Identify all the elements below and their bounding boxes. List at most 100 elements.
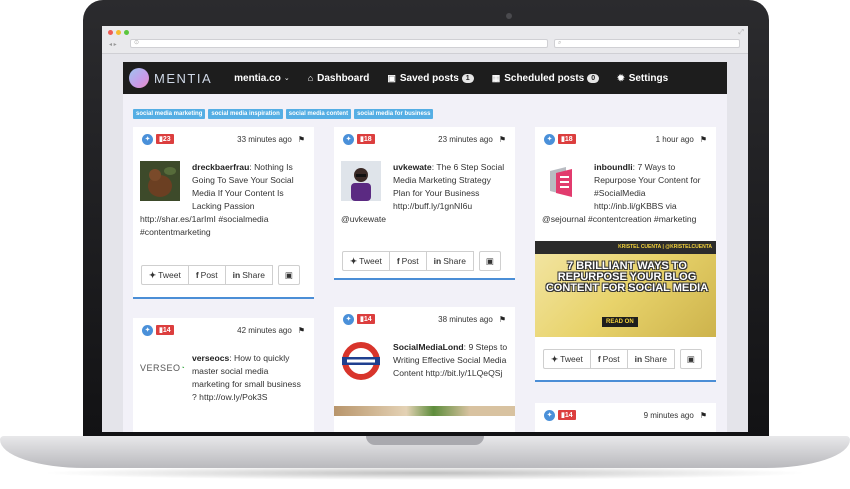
post-button[interactable]: f Post xyxy=(589,349,628,369)
flag-icon[interactable]: ⚑ xyxy=(499,315,506,324)
tag[interactable]: social media inspiration xyxy=(208,109,283,119)
post-header: ✦ ▮18 1 hour ago ⚑ xyxy=(544,133,707,145)
post-rest: @uvkewate xyxy=(341,214,387,224)
flag-icon[interactable]: ⚑ xyxy=(700,135,707,144)
nav-settings[interactable]: ✹ Settings xyxy=(617,73,668,84)
tweet-button[interactable]: ✦ Tweet xyxy=(543,349,591,369)
score-badge: ▮18 xyxy=(558,134,576,144)
save-icon: ▣ xyxy=(284,269,293,280)
camera xyxy=(506,13,512,19)
nav-scheduled-label: Scheduled posts xyxy=(504,72,585,84)
laptop-mockup: ◂ ▸ ⊙ ⌕ ⤢ MENTIA mentia.co ⌄ ⌂ Dashboard ▣… xyxy=(0,0,850,489)
calendar-icon: ▦ xyxy=(491,72,501,83)
post-text: uvkewate: The 6 Step Social Media Market… xyxy=(341,161,509,226)
post-text: inboundli: 7 Ways to Repurpose Your Cont… xyxy=(542,161,710,226)
flag-icon[interactable]: ⚑ xyxy=(298,326,305,335)
address-bar[interactable]: ⊙ xyxy=(130,39,548,48)
post-card: ✦ ▮18 1 hour ago ⚑ inboundli: 7 Ways to … xyxy=(535,127,716,382)
post-rest: @sejournal #contentcreation #marketing xyxy=(542,214,697,224)
post-text: verseocs: How to quickly master social m… xyxy=(140,352,308,404)
tag[interactable]: social media for business xyxy=(354,109,434,119)
share-button[interactable]: in Share xyxy=(224,265,273,285)
post-author[interactable]: SocialMediaLond xyxy=(393,342,464,352)
chevron-down-icon: ⌄ xyxy=(283,75,290,82)
post-button[interactable]: f Post xyxy=(187,265,226,285)
save-button[interactable]: ▣ xyxy=(679,349,702,369)
post-card: ✦ ▮14 38 minutes ago ⚑ SocialMediaLond: … xyxy=(334,307,515,432)
score-badge: ▮18 xyxy=(357,134,375,144)
post-author[interactable]: dreckbaerfrau xyxy=(192,162,249,172)
laptop-shadow xyxy=(40,466,810,480)
post-author[interactable]: uvkewate xyxy=(393,162,432,172)
facebook-icon: f xyxy=(195,270,199,280)
post-header: ✦ ▮14 38 minutes ago ⚑ xyxy=(343,313,506,325)
post-time: 9 minutes ago xyxy=(643,410,694,420)
post-button[interactable]: f Post xyxy=(388,251,427,271)
post-image[interactable]: KRISTEL CUENTA | @KRISTELCUENTA 7 BRILLI… xyxy=(535,241,716,337)
logo-icon[interactable] xyxy=(129,68,149,88)
score-badge: ▮14 xyxy=(357,314,375,324)
post-rest: http://shar.es/1arImI #socialmedia #cont… xyxy=(140,214,269,237)
laptop-notch xyxy=(366,436,484,445)
home-icon: ⌂ xyxy=(307,73,314,83)
save-button[interactable]: ▣ xyxy=(478,251,501,271)
post-card: ✦ ▮18 23 minutes ago ⚑ uvkewate: The 6 S… xyxy=(334,127,515,280)
post-time: 23 minutes ago xyxy=(438,134,493,144)
post-header: ✦ ▮23 33 minutes ago ⚑ xyxy=(142,133,305,145)
tag[interactable]: social media marketing xyxy=(133,109,206,119)
fullscreen-icon[interactable]: ⤢ xyxy=(738,29,744,37)
post-actions: ✦ Tweet f Post in Share ▣ xyxy=(543,349,702,369)
flag-icon[interactable]: ⚑ xyxy=(700,411,707,420)
twitter-icon: ✦ xyxy=(544,409,555,421)
post-actions: ✦ Tweet f Post in Share ▣ xyxy=(141,265,300,285)
tweet-button[interactable]: ✦ Tweet xyxy=(141,265,189,285)
facebook-icon: f xyxy=(597,354,601,364)
minimize-dot[interactable] xyxy=(116,30,121,35)
linkedin-icon: in xyxy=(634,354,643,364)
post-card: ✦ ▮23 33 minutes ago ⚑ dreckbaerfrau: No… xyxy=(133,127,314,299)
post-image[interactable] xyxy=(334,406,515,416)
nav-dashboard[interactable]: ⌂ Dashboard xyxy=(308,73,370,84)
twitter-icon: ✦ xyxy=(343,313,354,325)
linkedin-icon: in xyxy=(433,256,442,266)
post-time: 33 minutes ago xyxy=(237,134,292,144)
post-card: ✦ ▮14 9 minutes ago ⚑ xyxy=(535,403,716,432)
share-button[interactable]: in Share xyxy=(626,349,675,369)
maximize-dot[interactable] xyxy=(124,30,129,35)
twitter-icon: ✦ xyxy=(142,133,153,145)
saved-count: 1 xyxy=(461,73,474,83)
post-author[interactable]: inboundli xyxy=(594,162,633,172)
tag[interactable]: social media content xyxy=(285,109,352,119)
flag-icon[interactable]: ⚑ xyxy=(298,135,305,144)
tag-list: social media marketing social media insp… xyxy=(133,109,434,119)
account-menu[interactable]: mentia.co ⌄ xyxy=(234,73,290,84)
back-forward-icon[interactable]: ◂ ▸ xyxy=(109,41,117,48)
tweet-button[interactable]: ✦ Tweet xyxy=(342,251,390,271)
save-icon: ▣ xyxy=(485,255,494,266)
post-author[interactable]: verseocs xyxy=(192,353,229,363)
scheduled-count: 0 xyxy=(587,73,600,83)
nav-saved-label: Saved posts xyxy=(399,72,459,84)
post-header: ✦ ▮14 9 minutes ago ⚑ xyxy=(544,409,707,421)
browser-search[interactable]: ⌕ xyxy=(554,39,740,48)
window-controls xyxy=(108,30,129,35)
account-name: mentia.co xyxy=(234,72,281,84)
twitter-icon: ✦ xyxy=(551,353,559,364)
twitter-icon: ✦ xyxy=(142,324,153,336)
post-text: dreckbaerfrau: Nothing Is Going To Save … xyxy=(140,161,308,239)
app: MENTIA mentia.co ⌄ ⌂ Dashboard ▣ Saved post… xyxy=(123,62,727,432)
image-title: 7 BRILLIANT WAYS TO REPURPOSE YOUR BLOG … xyxy=(545,260,709,294)
close-dot[interactable] xyxy=(108,30,113,35)
share-button[interactable]: in Share xyxy=(425,251,474,271)
nav-scheduled-posts[interactable]: ▦ Scheduled posts 0 xyxy=(491,72,600,84)
brand[interactable]: MENTIA xyxy=(154,71,212,86)
nav-saved-posts[interactable]: ▣ Saved posts 1 xyxy=(387,72,474,84)
gear-icon: ✹ xyxy=(617,72,625,83)
save-icon: ▣ xyxy=(686,353,695,364)
linkedin-icon: in xyxy=(232,270,241,280)
save-button[interactable]: ▣ xyxy=(277,265,300,285)
post-time: 1 hour ago xyxy=(655,134,694,144)
flag-icon[interactable]: ⚑ xyxy=(499,135,506,144)
nav-settings-label: Settings xyxy=(628,72,669,84)
score-badge: ▮23 xyxy=(156,134,174,144)
